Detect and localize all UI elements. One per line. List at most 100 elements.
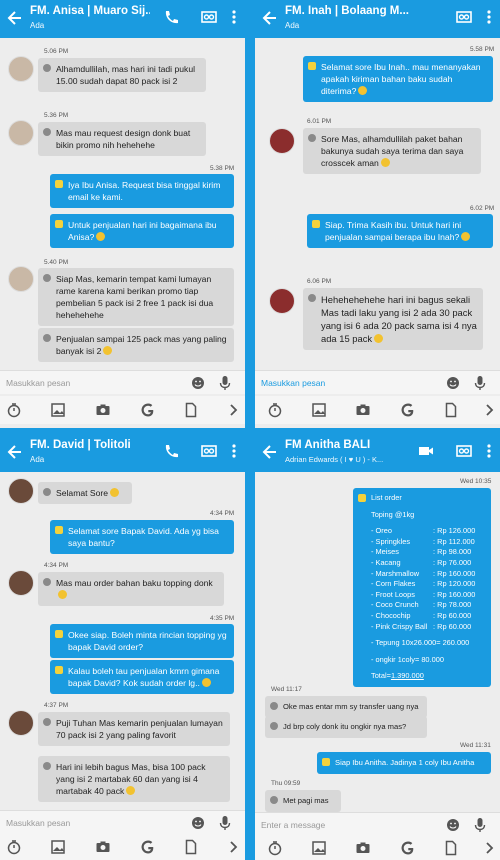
message-input-placeholder: Masukkan pesan — [6, 818, 71, 828]
message-time: 6.06 PM — [307, 278, 332, 285]
order-item-row: - Pink Crispy Ball: Rp 60.000 — [371, 622, 485, 633]
chat-panel-david: FM. David | Tolitoli Ada Selamat Sore 4:… — [0, 434, 245, 860]
smile-emoji-icon — [96, 232, 106, 241]
gallery-icon[interactable] — [311, 840, 327, 856]
voicemail-icon[interactable] — [456, 443, 472, 459]
timer-icon[interactable] — [6, 839, 22, 855]
chevron-right-icon[interactable] — [481, 840, 497, 856]
smile-emoji-icon — [380, 158, 390, 167]
emoji-icon[interactable] — [446, 818, 460, 832]
microphone-icon[interactable] — [474, 817, 486, 833]
emoji-icon[interactable] — [191, 376, 205, 390]
message-input[interactable]: Enter a message — [255, 812, 500, 836]
back-arrow-icon[interactable] — [6, 9, 24, 27]
gallery-icon[interactable] — [50, 839, 66, 855]
order-item-row: - Oreo: Rp 126.000 — [371, 526, 485, 537]
message-time: 5.38 PM — [210, 165, 235, 172]
order-item-name: - Coco Crunch — [371, 600, 419, 610]
google-search-icon[interactable] — [140, 402, 156, 418]
order-item-name: - Froot Loops — [371, 589, 415, 599]
contact-name: FM. Anisa | Muaro Sij... — [30, 5, 150, 17]
message-bubble-outgoing: Siap. Trima Kasih ibu. Untuk hari ini pe… — [307, 214, 493, 248]
more-options-icon[interactable] — [231, 443, 237, 459]
document-icon[interactable] — [183, 839, 199, 855]
message-text: Mas mau request design donk buat bikin p… — [56, 128, 191, 150]
timer-icon[interactable] — [267, 840, 283, 856]
order-item-price: : Rp 60.000 — [433, 610, 472, 620]
avatar[interactable] — [8, 478, 34, 504]
voicemail-icon[interactable] — [201, 9, 217, 25]
avatar[interactable] — [8, 266, 34, 292]
order-item-name: - Marshmallow — [371, 568, 420, 578]
order-item-name: - Oreo — [371, 526, 392, 536]
camera-icon[interactable] — [95, 402, 111, 418]
order-total: Total=1.390.000 — [371, 671, 485, 682]
avatar[interactable] — [8, 56, 34, 82]
brand-badge-icon — [322, 758, 330, 766]
message-text: Jd brp coly donk itu ongkir nya mas? — [283, 722, 407, 731]
google-search-icon[interactable] — [400, 402, 416, 418]
avatar[interactable] — [8, 570, 34, 596]
document-icon[interactable] — [183, 402, 199, 418]
video-call-icon[interactable] — [418, 443, 434, 459]
avatar[interactable] — [8, 120, 34, 146]
gallery-icon[interactable] — [311, 402, 327, 418]
message-input[interactable]: Masukkan pesan — [0, 810, 245, 834]
microphone-icon[interactable] — [474, 375, 486, 391]
message-text: Iya Ibu Anisa. Request bisa tinggal kiri… — [68, 180, 221, 202]
message-input[interactable]: Masukkan pesan — [0, 370, 245, 394]
status-dot-icon — [43, 334, 51, 342]
more-options-icon[interactable] — [486, 9, 492, 25]
camera-icon[interactable] — [355, 840, 371, 856]
message-time: Wed 11:17 — [271, 686, 302, 693]
timer-icon[interactable] — [267, 402, 283, 418]
back-arrow-icon[interactable] — [261, 443, 279, 461]
message-bubble-incoming: Hehehehehehe hari ini bagus sekali Mas t… — [303, 288, 483, 350]
emoji-icon[interactable] — [191, 816, 205, 830]
phone-icon[interactable] — [163, 9, 179, 25]
back-arrow-icon[interactable] — [261, 9, 279, 27]
message-text: Puji Tuhan Mas kemarin penjualan lumayan… — [56, 718, 223, 740]
order-item-price: : Rp 98.000 — [433, 547, 472, 557]
brand-badge-icon — [358, 494, 366, 502]
chat-panel-inah: FM. Inah | Bolaang M... Ada 5.58 PM Sela… — [255, 0, 500, 428]
emoji-icon[interactable] — [446, 376, 460, 390]
message-text: Siap Mas, kemarin tempat kami lumayan ra… — [56, 274, 214, 320]
more-options-icon[interactable] — [231, 9, 237, 25]
back-arrow-icon[interactable] — [6, 443, 24, 461]
document-icon[interactable] — [443, 840, 459, 856]
message-time: 5.58 PM — [470, 46, 495, 53]
order-item-price: : Rp 78.000 — [433, 600, 472, 610]
document-icon[interactable] — [443, 402, 459, 418]
chevron-right-icon[interactable] — [225, 402, 241, 418]
voicemail-icon[interactable] — [201, 443, 217, 459]
camera-icon[interactable] — [355, 402, 371, 418]
avatar[interactable] — [269, 128, 295, 154]
order-total-label: Total= — [371, 671, 391, 681]
message-bubble-incoming: Mas mau order bahan baku topping donk — [38, 572, 224, 606]
google-search-icon[interactable] — [140, 839, 156, 855]
timer-icon[interactable] — [6, 402, 22, 418]
message-bubble-incoming: Jd brp coly donk itu ongkir nya mas? — [265, 716, 427, 738]
message-text: Okee siap. Boleh minta rincian topping y… — [68, 630, 227, 652]
chevron-right-icon[interactable] — [481, 402, 497, 418]
microphone-icon[interactable] — [219, 815, 231, 831]
message-text: Untuk penjualan hari ini bagaimana ibu A… — [68, 220, 217, 242]
microphone-icon[interactable] — [219, 375, 231, 391]
message-input[interactable]: Masukkan pesan — [255, 370, 500, 394]
voicemail-icon[interactable] — [456, 9, 472, 25]
avatar[interactable] — [269, 288, 295, 314]
phone-icon[interactable] — [163, 443, 179, 459]
camera-icon[interactable] — [95, 839, 111, 855]
more-options-icon[interactable] — [486, 443, 492, 459]
google-search-icon[interactable] — [400, 840, 416, 856]
status-dot-icon — [308, 294, 316, 302]
message-bubble-incoming: Mas mau request design donk buat bikin p… — [38, 122, 206, 156]
avatar[interactable] — [8, 710, 34, 736]
message-text: Met pagi mas — [283, 796, 329, 805]
message-time: 4:34 PM — [210, 510, 235, 517]
status-dot-icon — [43, 488, 51, 496]
message-time: Wed 11:31 — [460, 742, 491, 749]
chevron-right-icon[interactable] — [225, 839, 241, 855]
gallery-icon[interactable] — [50, 402, 66, 418]
